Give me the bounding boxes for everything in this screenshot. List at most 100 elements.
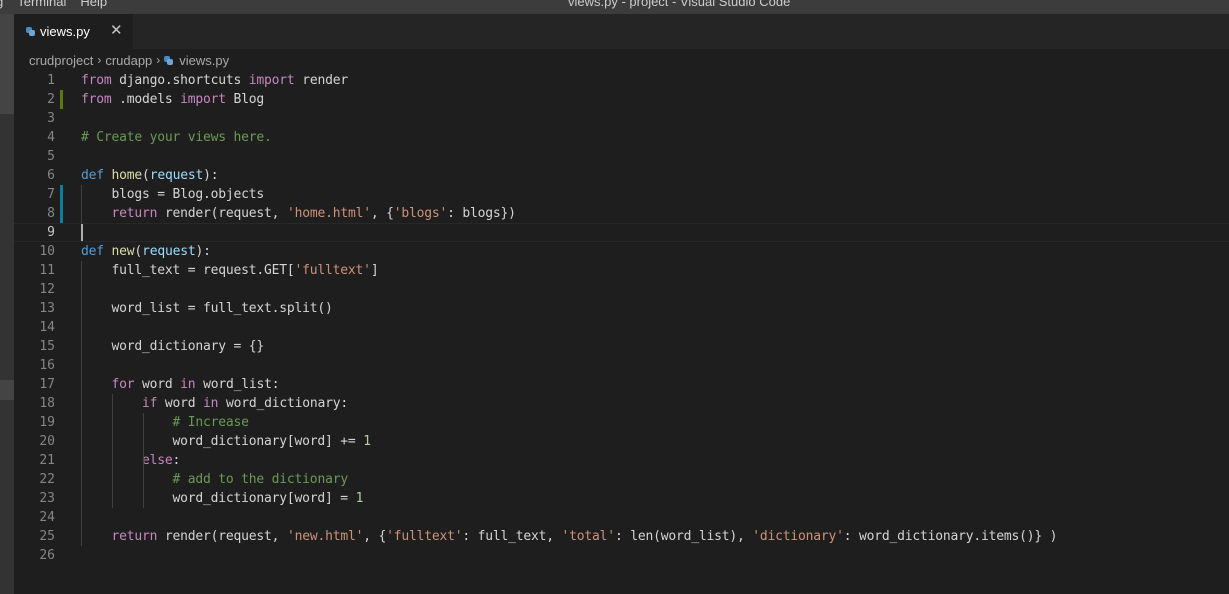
code-token: from xyxy=(81,92,112,107)
line-number: 18 xyxy=(39,396,55,411)
breadcrumb-item-views-py[interactable]: views.py xyxy=(179,53,229,68)
line-number: 25 xyxy=(39,529,55,544)
line-number: 16 xyxy=(39,358,55,373)
line-number: 9 xyxy=(47,225,55,240)
code-token: word_dictionary = {} xyxy=(81,339,265,354)
line-number: 15 xyxy=(39,339,55,354)
menu-item-terminal[interactable]: Terminal xyxy=(17,0,66,9)
code-token: ): xyxy=(203,168,219,183)
code-line[interactable]: 8 return render(request, 'home.html', {'… xyxy=(14,204,1229,223)
close-icon[interactable]: ✕ xyxy=(110,23,123,38)
code-token: django.shortcuts xyxy=(111,73,249,88)
code-line[interactable]: 6 def home(request): xyxy=(14,166,1229,185)
code-text: # Increase xyxy=(81,413,249,432)
line-number: 7 xyxy=(47,187,55,202)
code-line[interactable]: 11 full_text = request.GET['fulltext'] xyxy=(14,261,1229,280)
title-bar: g Terminal Help views.py - project - Vis… xyxy=(0,0,1229,14)
code-token: : len(word_list), xyxy=(614,529,753,544)
code-line[interactable]: 16 xyxy=(14,356,1229,375)
line-number: 8 xyxy=(47,206,55,221)
code-line[interactable]: 12 xyxy=(14,280,1229,299)
activity-bar-item[interactable] xyxy=(0,380,14,400)
code-line[interactable]: 4 # Create your views here. xyxy=(14,128,1229,147)
code-token: , { xyxy=(363,529,387,544)
code-text: else: xyxy=(81,451,180,470)
code-token: in xyxy=(203,396,219,411)
code-token: blogs = Blog.objects xyxy=(81,187,265,202)
code-text: word_dictionary[word] += 1 xyxy=(81,432,372,451)
menu-bar: g Terminal Help xyxy=(0,0,107,9)
code-token: word_dictionary[word] += xyxy=(81,434,364,449)
code-line[interactable]: 18 if word in word_dictionary: xyxy=(14,394,1229,413)
code-line[interactable]: 17 for word in word_list: xyxy=(14,375,1229,394)
code-line[interactable]: 25 return render(request, 'new.html', {'… xyxy=(14,527,1229,546)
breadcrumb-item-crudapp[interactable]: crudapp xyxy=(105,53,152,68)
code-line[interactable]: 13 word_list = full_text.split() xyxy=(14,299,1229,318)
code-line[interactable]: 21 else: xyxy=(14,451,1229,470)
code-line[interactable]: 24 xyxy=(14,508,1229,527)
code-text: full_text = request.GET['fulltext'] xyxy=(81,261,379,280)
line-number: 21 xyxy=(39,453,55,468)
line-number: 11 xyxy=(39,263,55,278)
python-file-icon xyxy=(26,27,35,36)
code-token: full_text = request.GET[ xyxy=(81,263,295,278)
code-token: 'total' xyxy=(561,529,616,544)
code-line[interactable]: 2 from .models import Blog xyxy=(14,90,1229,109)
code-line[interactable]: 10 def new(request): xyxy=(14,242,1229,261)
code-line[interactable]: 3 xyxy=(14,109,1229,128)
breadcrumb-item-crudproject[interactable]: crudproject xyxy=(29,53,93,68)
tab-views-py[interactable]: views.py ✕ xyxy=(14,14,133,49)
code-line[interactable]: 1 from django.shortcuts import render xyxy=(14,71,1229,90)
menu-item-partial[interactable]: g xyxy=(0,0,3,9)
code-line[interactable]: 26 xyxy=(14,546,1229,565)
line-number: 12 xyxy=(39,282,55,297)
code-line[interactable]: 20 word_dictionary[word] += 1 xyxy=(14,432,1229,451)
code-token: : word_dictionary.items()} ) xyxy=(843,529,1058,544)
window-title: views.py - project - Visual Studio Code xyxy=(568,0,791,9)
breadcrumb: crudproject › crudapp › views.py xyxy=(14,49,1229,71)
code-token: word_dictionary: xyxy=(218,396,348,411)
code-token: 'fulltext' xyxy=(294,263,371,278)
code-token: 'dictionary' xyxy=(752,529,844,544)
modified-line-marker[interactable] xyxy=(60,185,63,204)
code-line[interactable]: 7 blogs = Blog.objects xyxy=(14,185,1229,204)
menu-item-help[interactable]: Help xyxy=(80,0,107,9)
code-token: word_list = full_text.split() xyxy=(81,301,333,316)
code-line[interactable]: 22 # add to the dictionary xyxy=(14,470,1229,489)
code-text: for word in word_list: xyxy=(81,375,280,394)
code-token: else xyxy=(142,453,173,468)
activity-bar-highlight[interactable] xyxy=(0,14,14,114)
line-number: 23 xyxy=(39,491,55,506)
python-file-icon xyxy=(164,55,174,65)
code-token: 'fulltext' xyxy=(386,529,463,544)
line-number: 20 xyxy=(39,434,55,449)
code-token: word_dictionary[word] = xyxy=(81,491,356,506)
code-line[interactable]: 5 xyxy=(14,147,1229,166)
line-number: 14 xyxy=(39,320,55,335)
code-line[interactable]: 19 # Increase xyxy=(14,413,1229,432)
line-number: 22 xyxy=(39,472,55,487)
tab-label: views.py xyxy=(40,24,90,39)
code-line[interactable]: 15 word_dictionary = {} xyxy=(14,337,1229,356)
code-text: def new(request): xyxy=(81,242,211,261)
code-token: render xyxy=(294,73,348,88)
code-line[interactable]: 23 word_dictionary[word] = 1 xyxy=(14,489,1229,508)
code-line[interactable]: 9 xyxy=(14,223,1229,242)
modified-line-marker[interactable] xyxy=(60,204,63,223)
code-editor[interactable]: 1 from django.shortcuts import render 2 fro… xyxy=(14,71,1229,594)
line-number: 13 xyxy=(39,301,55,316)
line-number: 5 xyxy=(47,149,55,164)
code-token: return xyxy=(111,529,158,544)
indent-guide xyxy=(81,185,82,223)
line-number: 2 xyxy=(47,92,55,107)
line-number: 19 xyxy=(39,415,55,430)
code-line[interactable]: 14 xyxy=(14,318,1229,337)
code-token: : blogs}) xyxy=(447,206,516,221)
code-token: 1 xyxy=(363,434,371,449)
code-token: ( xyxy=(134,244,143,259)
code-token: 'new.html' xyxy=(286,529,364,544)
added-line-marker[interactable] xyxy=(60,90,63,109)
code-token: 'home.html' xyxy=(286,206,371,221)
code-token: ] xyxy=(370,263,379,278)
